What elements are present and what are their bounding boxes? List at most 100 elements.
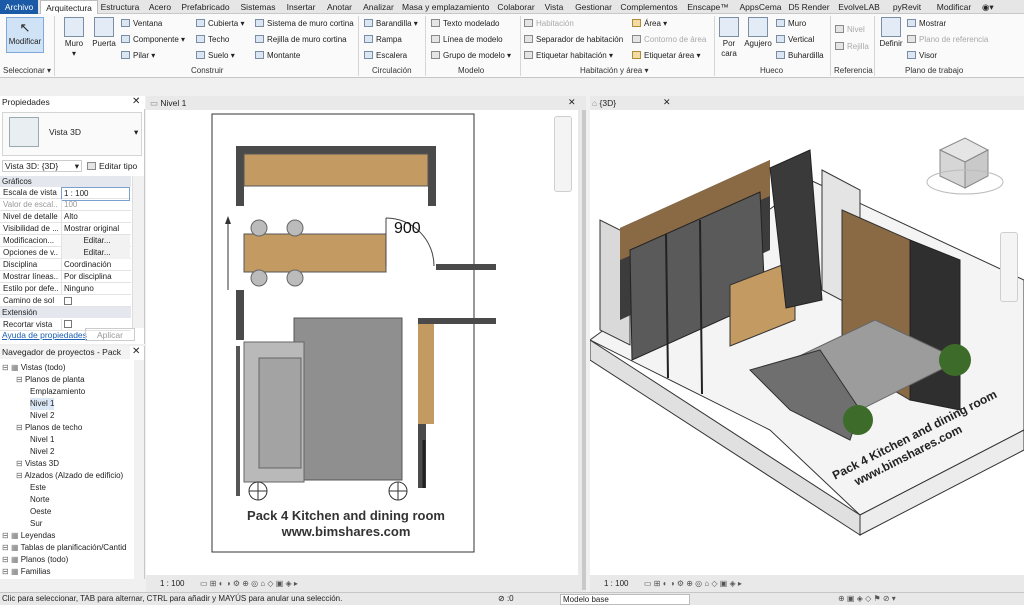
tab-analizar[interactable]: Analizar	[359, 0, 398, 14]
prop-row[interactable]: Valor de escal... 100	[0, 199, 131, 211]
prop-row[interactable]: Escala de vista 1 : 100	[0, 187, 131, 201]
tab-3d[interactable]: ⌂ {3D}	[592, 97, 616, 109]
prop-value[interactable]: Editar...	[61, 235, 130, 247]
tab-gestionar[interactable]: Gestionar	[570, 0, 617, 14]
tab-complementos[interactable]: Complementos	[618, 0, 680, 14]
tab-insertar[interactable]: Insertar	[281, 0, 321, 14]
tab-estructura[interactable]: Estructura	[100, 0, 140, 14]
viewer-button[interactable]: Visor	[907, 51, 937, 61]
component-button[interactable]: Componente ▾	[121, 35, 185, 45]
plan-scale[interactable]: 1 : 100	[160, 578, 184, 590]
by-face-button[interactable]: Por cara	[717, 17, 741, 59]
tree-item[interactable]: ⊟ Alzados (Alzado de edificio)	[16, 470, 123, 482]
plan-navigation-bar[interactable]	[554, 116, 572, 192]
ref-plane-button[interactable]: Plano de referencia	[907, 35, 988, 45]
grid-button[interactable]: Rejilla	[835, 42, 869, 52]
close-3d-tab-icon[interactable]: ✕	[663, 97, 671, 108]
tree-item[interactable]: Norte	[30, 494, 50, 506]
prop-row[interactable]: Mostrar líneas... Por disciplina	[0, 271, 131, 283]
prop-row[interactable]: Estilo por defe... Ninguno	[0, 283, 131, 295]
model-group-button[interactable]: Grupo de modelo ▾	[431, 51, 511, 61]
group-room-area[interactable]: Habitación y área ▾	[580, 66, 649, 75]
prop-value[interactable]: Alto	[61, 211, 130, 223]
vertical-button[interactable]: Vertical	[776, 35, 814, 45]
area-button[interactable]: Área ▾	[632, 19, 667, 29]
opening-wall-button[interactable]: Muro	[776, 19, 806, 29]
sun-path-checkbox[interactable]	[64, 297, 72, 305]
prop-value[interactable]: Coordinación	[61, 259, 130, 271]
tab-masa-y-emplazamiento[interactable]: Masa y emplazamiento	[402, 0, 489, 14]
tab-appscema[interactable]: AppsCema	[738, 0, 783, 14]
tree-item[interactable]: ⊟ Planos de planta	[16, 374, 85, 386]
tree-item[interactable]: Nivel 2	[30, 446, 54, 458]
railing-button[interactable]: Barandilla ▾	[364, 19, 418, 29]
3d-navigation-bar[interactable]	[1000, 232, 1018, 302]
type-selector[interactable]: Vista 3D ▾	[2, 112, 142, 156]
properties-scrollbar[interactable]	[132, 176, 144, 328]
prop-value[interactable]: Ninguno	[61, 283, 130, 295]
tree-item[interactable]: Sur	[30, 518, 42, 530]
prop-row[interactable]: Modificacion... Editar...	[0, 235, 131, 247]
close-plan-tab-icon[interactable]: ✕	[568, 97, 576, 108]
prop-row[interactable]: Disciplina Coordinación	[0, 259, 131, 271]
status-filter-icons[interactable]: ⊕ ▣ ◈ ◇ ⚑ ⊘ ▾	[838, 593, 896, 605]
tree-item[interactable]: Emplazamiento	[30, 386, 85, 398]
set-button[interactable]: Definir	[877, 17, 905, 49]
instance-selector[interactable]: Vista 3D: {3D} ▾	[2, 160, 82, 172]
properties-help-link[interactable]: Ayuda de propiedades	[2, 330, 87, 340]
tab-archivo[interactable]: Archivo	[0, 0, 38, 14]
room-separator-button[interactable]: Separador de habitación	[524, 35, 623, 45]
toggle-options-icon[interactable]: ◉▾	[982, 0, 1002, 14]
shaft-button[interactable]: Agujero	[743, 17, 773, 49]
tree-item[interactable]: ⊟ ▦ Familias	[2, 566, 51, 578]
tab-modificar[interactable]: Modificar	[930, 0, 978, 14]
window-button[interactable]: Ventana	[121, 19, 162, 29]
prop-value[interactable]: Por disciplina	[61, 271, 130, 283]
tab-anotar[interactable]: Anotar	[324, 0, 355, 14]
tree-item[interactable]: ⊟ ▦ Planos (todo)	[2, 554, 68, 566]
area-boundary-button[interactable]: Contorno de área	[632, 35, 706, 45]
3d-view-controls-icon[interactable]: ▭ ⊞ ◐ ◑ ⚙ ⊕ ◎ ⌂ ◇ ▣ ◈ ▸	[644, 578, 742, 590]
ramp-button[interactable]: Rampa	[364, 35, 402, 45]
plan-view-controls-icon[interactable]: ▭ ⊞ ◐ ◑ ⚙ ⊕ ◎ ⌂ ◇ ▣ ◈ ▸	[200, 578, 298, 590]
3d-canvas[interactable]: Pack 4 Kitchen and dining room www.bimsh…	[589, 110, 1024, 575]
level-button[interactable]: Nivel	[835, 25, 865, 35]
tree-item[interactable]: Nivel 1	[30, 434, 54, 446]
tab-evolvelab[interactable]: EvolveLAB	[835, 0, 883, 14]
prop-row[interactable]: Camino de sol	[0, 295, 131, 307]
tab-arquitectura[interactable]: Arquitectura	[40, 0, 98, 15]
tree-item[interactable]: ⊟ Vistas 3D	[16, 458, 59, 470]
browser-scrollbar[interactable]	[134, 360, 144, 579]
prop-row[interactable]: Opciones de v... Editar...	[0, 247, 131, 259]
close-browser-icon[interactable]: ✕	[132, 346, 140, 357]
show-button[interactable]: Mostrar	[907, 19, 946, 29]
prop-row[interactable]: Nivel de detalle Alto	[0, 211, 131, 223]
tab-colaborar[interactable]: Colaborar	[492, 0, 540, 14]
tree-item[interactable]: ⊟ ▦ Grupos	[2, 578, 47, 579]
door-button[interactable]: Puerta	[90, 17, 118, 49]
pane-splitter[interactable]	[582, 110, 586, 590]
tree-item[interactable]: Nivel 2	[30, 410, 54, 422]
tab-vista[interactable]: Vista	[542, 0, 566, 14]
tree-item[interactable]: ⊟ ▦ Leyendas	[2, 530, 55, 542]
tab-d5-render[interactable]: D5 Render	[786, 0, 832, 14]
tree-item[interactable]: ⊟ ▦ Tablas de planificación/Cantid	[2, 542, 126, 554]
3d-scale[interactable]: 1 : 100	[604, 578, 628, 590]
tag-room-button[interactable]: Etiquetar habitación ▾	[524, 51, 613, 61]
crop-checkbox[interactable]	[64, 320, 72, 328]
prop-row[interactable]: Visibilidad de ... Mostrar original	[0, 223, 131, 235]
tab-pyrevit[interactable]: pyRevit	[888, 0, 926, 14]
tree-item[interactable]: Nivel 1	[30, 398, 55, 410]
room-button[interactable]: Habitación	[524, 19, 574, 29]
mullion-button[interactable]: Montante	[255, 51, 300, 61]
prop-value[interactable]: 100	[61, 199, 130, 211]
tree-item[interactable]: Oeste	[30, 506, 51, 518]
wall-button[interactable]: Muro ▾	[60, 17, 88, 59]
tree-item[interactable]: ⊟ Planos de techo	[16, 422, 82, 434]
tab-enscape-[interactable]: Enscape™	[683, 0, 733, 14]
column-button[interactable]: Pilar ▾	[121, 51, 155, 61]
tab-sistemas[interactable]: Sistemas	[237, 0, 279, 14]
prop-value[interactable]: Mostrar original	[61, 223, 130, 235]
dormer-button[interactable]: Buhardilla	[776, 51, 824, 61]
tab-acero[interactable]: Acero	[147, 0, 173, 14]
